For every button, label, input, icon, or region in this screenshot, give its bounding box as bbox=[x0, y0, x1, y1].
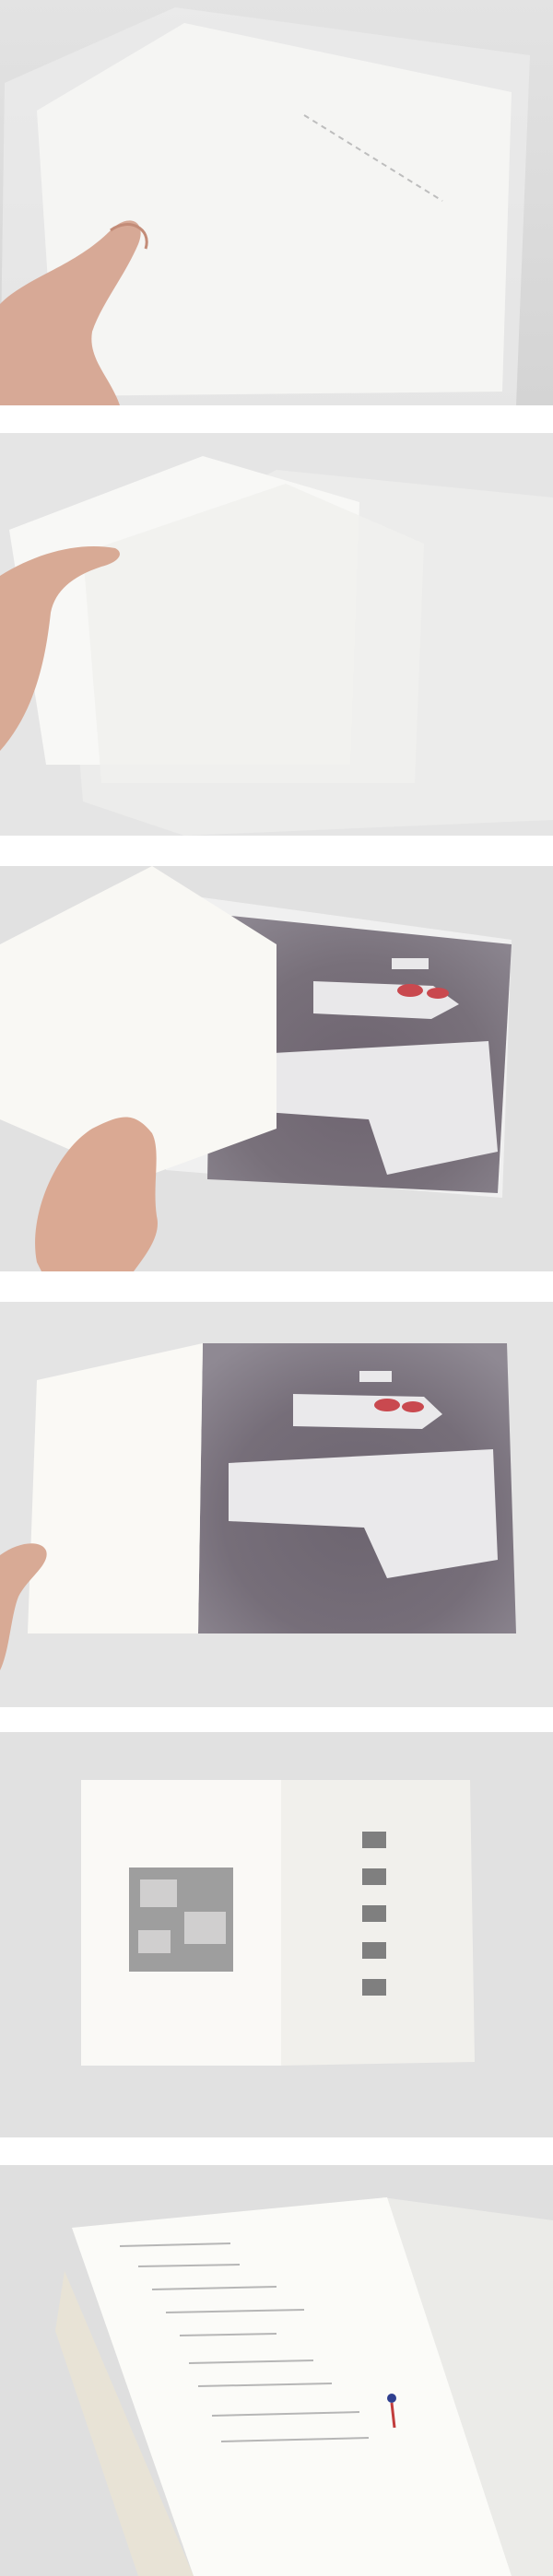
photo-3-image bbox=[0, 866, 553, 1271]
photo-6 bbox=[0, 2165, 553, 2576]
photo-3 bbox=[0, 866, 553, 1271]
photo-1 bbox=[0, 0, 553, 405]
photo-4 bbox=[0, 1302, 553, 1707]
photo-5 bbox=[0, 1732, 553, 2137]
book-cover bbox=[37, 23, 512, 396]
book-cover bbox=[28, 1343, 203, 1633]
photo-2-image bbox=[0, 433, 553, 836]
photo-6-image bbox=[0, 2165, 553, 2576]
photo-4-image bbox=[0, 1302, 553, 1707]
photo-2 bbox=[0, 433, 553, 836]
photo-5-image bbox=[0, 1732, 553, 2137]
photo-1-image bbox=[0, 0, 553, 405]
right-page bbox=[281, 1780, 475, 2066]
